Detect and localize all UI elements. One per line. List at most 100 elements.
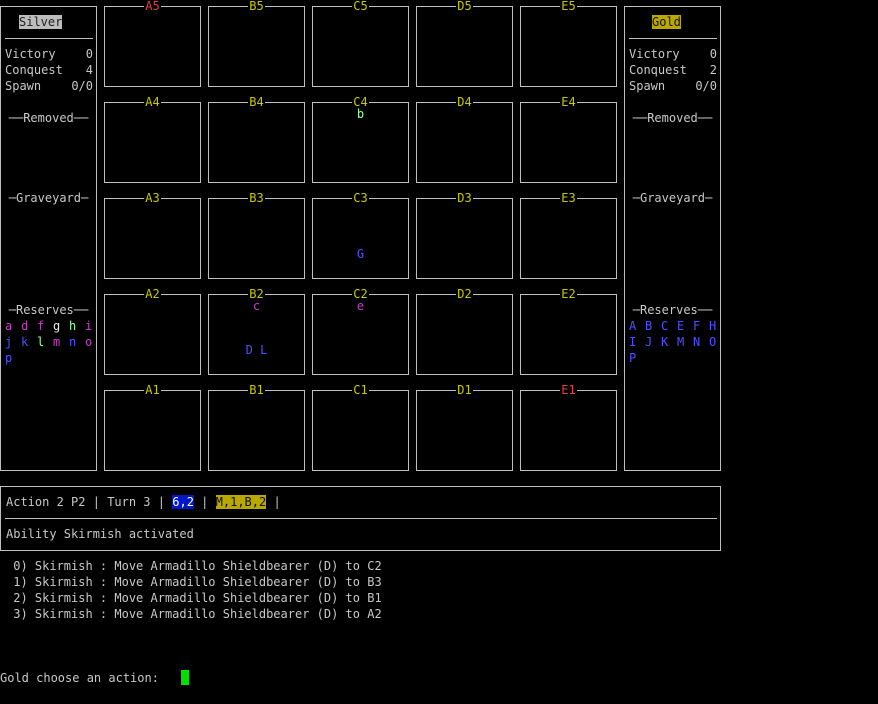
board-cell-d5[interactable]: D5 — [416, 0, 513, 87]
action-indicator: Action 2 P2 — [6, 495, 86, 509]
board-cell-d3[interactable]: D3 — [416, 191, 513, 279]
reserve-piece: I — [629, 335, 637, 349]
stat-value: 0/0 — [695, 79, 717, 93]
board-cell-b5[interactable]: B5 — [208, 0, 305, 87]
stat-value: 0 — [709, 47, 717, 61]
gold-removed-title: ──Removed── — [632, 111, 713, 125]
cell-label: D4 — [456, 95, 473, 109]
cell-label: A4 — [144, 95, 161, 109]
board-cell-b4[interactable]: B4 — [208, 95, 305, 183]
cell-label: E4 — [560, 95, 577, 109]
reserve-piece: g — [53, 319, 61, 333]
reserve-piece: i — [85, 319, 93, 333]
reserve-piece: m — [53, 335, 61, 349]
cell-label: B1 — [248, 383, 265, 397]
action-option[interactable]: 2) Skirmish : Move Armadillo Shieldbeare… — [6, 590, 381, 606]
board-cell-c2[interactable]: C2 e — [312, 287, 409, 375]
action-option[interactable]: 0) Skirmish : Move Armadillo Shieldbeare… — [6, 558, 381, 574]
action-option[interactable]: 1) Skirmish : Move Armadillo Shieldbeare… — [6, 574, 381, 590]
board-cell-e3[interactable]: E3 — [520, 191, 617, 279]
board-cell-c5[interactable]: C5 — [312, 0, 409, 87]
cell-label: B4 — [248, 95, 265, 109]
cell-label: D3 — [456, 191, 473, 205]
cell-label: E5 — [560, 0, 577, 13]
action-option[interactable]: 3) Skirmish : Move Armadillo Shieldbeare… — [6, 606, 381, 622]
reserve-piece: f — [37, 319, 45, 333]
status-divider — [5, 518, 717, 519]
silver-divider — [5, 38, 93, 39]
board-cell-d4[interactable]: D4 — [416, 95, 513, 183]
reserve-piece: d — [21, 319, 29, 333]
stat-label: Conquest — [629, 63, 687, 77]
board-cell-e5[interactable]: E5 — [520, 0, 617, 87]
command-prompt: Gold choose an action: — [0, 671, 167, 685]
board-cell-a2[interactable]: A2 — [104, 287, 201, 375]
stat-label: Spawn — [629, 79, 666, 93]
silver-reserves-title: ─Reserves── — [8, 303, 89, 317]
cell-label: E2 — [560, 287, 577, 301]
cell-piece: b — [356, 107, 365, 121]
reserve-piece: J — [645, 335, 653, 349]
reserve-piece: k — [21, 335, 29, 349]
stat-label: Conquest — [5, 63, 63, 77]
cell-label: D1 — [456, 383, 473, 397]
reserve-piece: a — [5, 319, 13, 333]
silver-stat-spawn: Spawn 0/0 — [5, 78, 93, 94]
board-cell-a4[interactable]: A4 — [104, 95, 201, 183]
prompt-cursor[interactable] — [181, 670, 189, 685]
board-cell-e4[interactable]: E4 — [520, 95, 617, 183]
reserve-piece: p — [5, 351, 13, 365]
board-cell-a1[interactable]: A1 — [104, 383, 201, 471]
silver-graveyard-title: ─Graveyard─ — [8, 191, 89, 205]
board-cell-b2[interactable]: B2 c D L — [208, 287, 305, 375]
reserve-piece: B — [645, 319, 653, 333]
cell-label: E3 — [560, 191, 577, 205]
stat-value: 0 — [85, 47, 93, 61]
reserve-piece: O — [709, 335, 717, 349]
cell-label: A1 — [144, 383, 161, 397]
cell-piece: D L — [245, 343, 268, 357]
turn-indicator: Turn 3 — [107, 495, 151, 509]
board-cell-c3[interactable]: C3 G — [312, 191, 409, 279]
cell-label: B5 — [248, 0, 265, 13]
reserve-piece: C — [661, 319, 669, 333]
board-cell-a3[interactable]: A3 — [104, 191, 201, 279]
board-cell-c4[interactable]: C4 b — [312, 95, 409, 183]
board-cell-d2[interactable]: D2 — [416, 287, 513, 375]
silver-removed-title: ──Removed── — [8, 111, 89, 125]
board-cell-e2[interactable]: E2 — [520, 287, 617, 375]
cell-label: E1 — [560, 383, 577, 397]
board-cell-d1[interactable]: D1 — [416, 383, 513, 471]
reserve-piece: l — [37, 335, 45, 349]
board-cell-b1[interactable]: B1 — [208, 383, 305, 471]
stat-value: 2 — [709, 63, 717, 77]
cell-piece: G — [356, 247, 365, 261]
stat-value: 4 — [85, 63, 93, 77]
reserve-piece: A — [629, 319, 637, 333]
reserve-piece: n — [69, 335, 77, 349]
reserve-piece: H — [709, 319, 717, 333]
dice-badge: 6,2 — [172, 495, 194, 509]
cell-label: D5 — [456, 0, 473, 13]
silver-player-name: Silver — [19, 15, 63, 29]
status-message: Ability Skirmish activated — [6, 527, 194, 541]
stat-label: Victory — [629, 47, 680, 61]
stat-value: 0/0 — [71, 79, 93, 93]
cell-label: C5 — [352, 0, 369, 13]
cell-piece: e — [356, 299, 365, 313]
cell-label: A3 — [144, 191, 161, 205]
board-cell-a5[interactable]: A5 — [104, 0, 201, 87]
cell-label: D2 — [456, 287, 473, 301]
status-line: Action 2 P2 | Turn 3 | 6,2 | M,1,B,2 | — [6, 495, 281, 509]
cell-label: A5 — [144, 0, 161, 13]
board-cell-b3[interactable]: B3 — [208, 191, 305, 279]
stat-label: Victory — [5, 47, 56, 61]
board-cell-e1[interactable]: E1 — [520, 383, 617, 471]
board-cell-c1[interactable]: C1 — [312, 383, 409, 471]
reserve-piece: K — [661, 335, 669, 349]
move-badge: M,1,B,2 — [215, 495, 267, 509]
reserve-piece: N — [693, 335, 701, 349]
cell-label: A2 — [144, 287, 161, 301]
gold-divider — [629, 38, 717, 39]
stat-label: Spawn — [5, 79, 42, 93]
